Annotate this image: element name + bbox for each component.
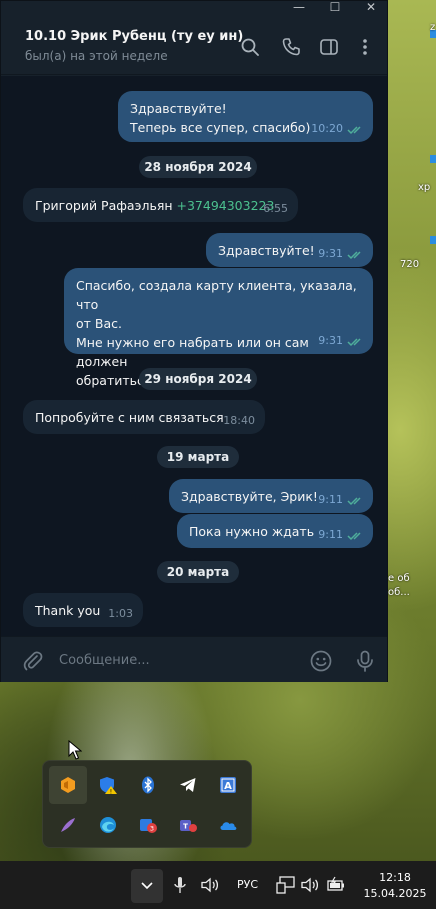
double-check-icon	[347, 532, 361, 541]
chat-header[interactable]: 10.10 Эрик Рубенц (ту еу ин) был(а) на э…	[1, 17, 387, 75]
pen-app-icon[interactable]	[49, 806, 87, 844]
desktop-label-fragment: е об	[388, 573, 410, 584]
chevron-down-icon	[141, 882, 153, 890]
date-separator: 19 марта	[157, 446, 239, 468]
mouse-cursor-icon	[68, 740, 82, 760]
sublime-merge-icon[interactable]	[49, 766, 87, 804]
network-icon[interactable]	[276, 875, 296, 895]
desktop-label-fragment: об...	[388, 587, 410, 598]
telegram-icon[interactable]	[169, 766, 207, 804]
message-incoming[interactable]: Попробуйте с ним связаться 18:40	[23, 400, 265, 434]
defender-warning-icon[interactable]: !	[89, 766, 127, 804]
double-check-icon	[347, 338, 361, 347]
desktop-icon-fragment[interactable]	[430, 236, 436, 244]
message-outgoing[interactable]: Пока нужно ждать 9:11	[177, 514, 373, 548]
speaker-icon[interactable]	[300, 875, 320, 895]
svg-text:T: T	[183, 823, 188, 831]
onedrive-icon[interactable]	[209, 806, 247, 844]
phone-icon[interactable]	[281, 37, 301, 57]
clock-date: 15.04.2025	[363, 887, 427, 900]
message-time: 6:55	[263, 202, 288, 215]
bluetooth-icon[interactable]	[129, 766, 167, 804]
date-separator: 20 марта	[157, 561, 239, 583]
maximize-button[interactable]: ☐	[320, 1, 350, 15]
taskbar-clock[interactable]: 12:18 15.04.2025	[360, 870, 430, 902]
volume-icon[interactable]	[200, 875, 220, 895]
message-text: Григорий Рафаэльян	[35, 198, 177, 213]
message-text: Thank you	[35, 603, 101, 618]
telegram-window: — ☐ ✕ 10.10 Эрик Рубенц (ту еу ин) был(а…	[0, 0, 388, 682]
calendar-badge-icon[interactable]: 3	[129, 806, 167, 844]
window-titlebar[interactable]: — ☐ ✕	[1, 1, 387, 17]
message-text: Здравствуйте!	[130, 101, 227, 116]
battery-charging-icon[interactable]	[326, 875, 346, 895]
message-time: 18:40	[223, 414, 255, 427]
message-outgoing[interactable]: Здравствуйте, Эрик! 9:11	[169, 479, 373, 513]
sidebar-toggle-icon[interactable]	[319, 37, 339, 57]
message-time: 9:31	[318, 334, 343, 347]
double-check-icon	[347, 497, 361, 506]
message-text: Пока нужно ждать	[189, 524, 315, 539]
minimize-button[interactable]: —	[284, 1, 314, 15]
message-input[interactable]	[59, 649, 289, 671]
desktop-label-fragment: 720	[400, 259, 420, 270]
emoji-icon[interactable]	[309, 649, 333, 673]
chat-title[interactable]: 10.10 Эрик Рубенц (ту еу ин)	[25, 29, 243, 44]
phone-link[interactable]: +37494303223	[176, 198, 274, 213]
message-outgoing[interactable]: Спасибо, создала карту клиента, указала,…	[64, 268, 373, 388]
date-separator: 28 ноября 2024	[139, 156, 257, 178]
message-text: Здравствуйте, Эрик!	[181, 489, 318, 504]
message-time: 9:11	[318, 493, 343, 506]
desktop-icon-fragment[interactable]	[430, 155, 436, 163]
microphone-tray-icon[interactable]	[170, 875, 190, 895]
message-text: Спасибо, создала карту клиента, указала,…	[76, 278, 357, 312]
tray-overflow-flyout: ! A 3 T	[42, 760, 252, 848]
attach-icon[interactable]	[21, 649, 45, 673]
message-text: Здравствуйте!	[218, 243, 315, 258]
input-language-indicator[interactable]: РУС	[237, 878, 258, 891]
search-icon[interactable]	[240, 37, 260, 57]
message-incoming[interactable]: Thank you 1:03	[23, 593, 143, 627]
double-check-icon	[347, 251, 361, 260]
close-button[interactable]: ✕	[356, 1, 386, 15]
microphone-icon[interactable]	[353, 649, 377, 673]
message-time: 9:11	[318, 528, 343, 541]
edge-icon[interactable]	[89, 806, 127, 844]
message-outgoing[interactable]: Здравствуйте! 9:31	[206, 233, 373, 267]
svg-text:!: !	[110, 789, 112, 796]
message-time: 9:31	[318, 247, 343, 260]
message-time: 10:20	[311, 122, 343, 135]
text-app-icon[interactable]: A	[209, 766, 247, 804]
svg-text:A: A	[224, 781, 232, 792]
message-list[interactable]: Здравствуйте! Теперь все супер, спасибо)…	[1, 76, 387, 636]
message-incoming[interactable]: Григорий Рафаэльян +37494303223 6:55	[23, 188, 298, 222]
message-outgoing[interactable]: Здравствуйте! Теперь все супер, спасибо)…	[118, 91, 373, 142]
date-separator: 29 ноября 2024	[139, 368, 257, 390]
teams-icon[interactable]: T	[169, 806, 207, 844]
message-composer	[1, 636, 387, 682]
chat-status: был(а) на этой неделе	[25, 49, 168, 63]
more-vertical-icon[interactable]	[355, 37, 375, 57]
show-hidden-icons-button[interactable]	[131, 869, 163, 903]
desktop-label-fragment: xp	[418, 182, 431, 193]
message-time: 1:03	[108, 607, 133, 620]
message-text: Попробуйте с ним связаться	[35, 410, 224, 425]
taskbar: РУС 12:18 15.04.2025	[0, 861, 436, 909]
clock-time: 12:18	[379, 871, 411, 884]
desktop-label-fragment: z	[430, 22, 436, 33]
double-check-icon	[347, 126, 361, 135]
svg-text:3: 3	[150, 825, 154, 833]
